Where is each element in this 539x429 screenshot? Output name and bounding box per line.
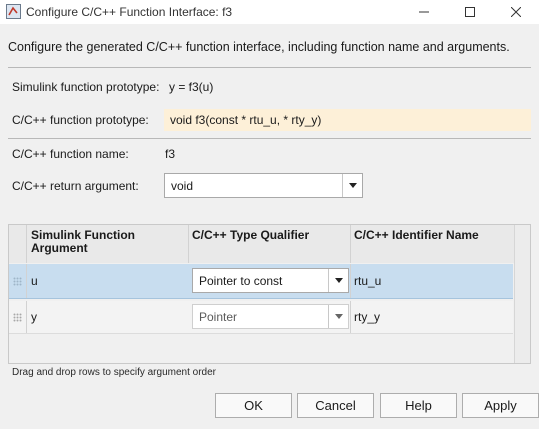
- simulink-prototype-label: Simulink function prototype:: [12, 80, 160, 94]
- dropdown-arrow-icon: [342, 174, 362, 197]
- drag-handle-icon[interactable]: [13, 277, 22, 286]
- identifier-name[interactable]: rty_y: [354, 310, 380, 324]
- c-prototype-value: void f3(const * rtu_u, * rty_y): [170, 113, 322, 127]
- argument-name: u: [31, 274, 38, 288]
- apply-button[interactable]: Apply: [462, 393, 539, 418]
- table-row[interactable]: y Pointer rty_y: [9, 301, 513, 334]
- header-grip-column: [9, 225, 26, 263]
- column-divider: [350, 264, 351, 298]
- identifier-name[interactable]: rtu_u: [354, 274, 381, 288]
- drag-handle-icon[interactable]: [13, 313, 22, 322]
- column-divider: [350, 301, 351, 333]
- minimize-icon: [419, 11, 429, 13]
- c-function-name-value: f3: [165, 147, 176, 161]
- table-row[interactable]: u Pointer to const rtu_u: [9, 264, 513, 299]
- app-icon: [6, 4, 21, 19]
- c-return-argument-label: C/C++ return argument:: [12, 179, 139, 193]
- minimize-button[interactable]: [401, 0, 447, 24]
- header-simulink-argument[interactable]: Simulink Function Argument: [27, 225, 188, 263]
- argument-name: y: [31, 310, 37, 324]
- dropdown-arrow-icon: [328, 269, 348, 292]
- header-type-qualifier[interactable]: C/C++ Type Qualifier: [189, 225, 350, 263]
- type-qualifier-value: Pointer: [199, 309, 238, 324]
- ok-button[interactable]: OK: [215, 393, 292, 418]
- window-title: Configure C/C++ Function Interface: f3: [26, 5, 233, 19]
- instructions-text: Configure the generated C/C++ function i…: [8, 40, 510, 54]
- return-argument-value: void: [171, 178, 194, 193]
- table-scroll-area[interactable]: [514, 225, 530, 363]
- drag-hint-text: Drag and drop rows to specify argument o…: [12, 367, 216, 378]
- type-qualifier-value: Pointer to const: [199, 273, 283, 288]
- simulink-prototype-value: y = f3(u): [169, 80, 214, 94]
- column-divider: [26, 264, 27, 298]
- cancel-button[interactable]: Cancel: [297, 393, 374, 418]
- return-argument-dropdown[interactable]: void: [164, 173, 363, 198]
- divider: [8, 67, 531, 68]
- type-qualifier-dropdown[interactable]: Pointer to const: [192, 268, 349, 293]
- close-button[interactable]: [493, 0, 539, 24]
- column-divider: [26, 301, 27, 333]
- help-button[interactable]: Help: [380, 393, 457, 418]
- c-prototype-label: C/C++ function prototype:: [12, 113, 149, 127]
- type-qualifier-dropdown[interactable]: Pointer: [192, 304, 349, 329]
- maximize-icon: [465, 7, 475, 17]
- divider: [8, 138, 531, 139]
- dropdown-arrow-icon: [328, 305, 348, 328]
- close-icon: [511, 7, 521, 17]
- argument-table: Simulink Function Argument C/C++ Type Qu…: [8, 224, 531, 364]
- c-function-name-label: C/C++ function name:: [12, 147, 129, 161]
- header-identifier-name[interactable]: C/C++ Identifier Name: [351, 225, 514, 263]
- maximize-button[interactable]: [447, 0, 493, 24]
